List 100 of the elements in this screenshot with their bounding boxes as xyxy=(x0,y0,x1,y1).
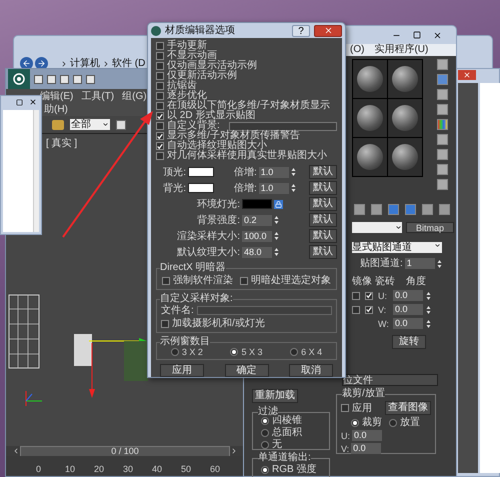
menu-item[interactable]: 组(G) xyxy=(122,88,147,104)
spinner-arrows-icon[interactable] xyxy=(290,167,296,177)
caret-icon xyxy=(434,242,441,249)
spinner-arrows-icon[interactable] xyxy=(426,318,431,328)
default-button[interactable]: 默认 xyxy=(309,213,337,227)
checkbox[interactable] xyxy=(156,112,164,120)
checkbox[interactable] xyxy=(156,82,164,90)
number-field[interactable]: 0.0 xyxy=(351,443,382,454)
checkbox[interactable] xyxy=(162,276,170,284)
previous-icon[interactable] xyxy=(12,447,20,455)
checkbox[interactable] xyxy=(156,42,164,50)
axis-label: U: xyxy=(378,290,388,300)
spinner-arrows-icon[interactable] xyxy=(426,290,431,300)
maximize-icon[interactable] xyxy=(413,31,421,39)
dialog-button[interactable]: 确定 xyxy=(224,364,268,377)
file-name-field[interactable] xyxy=(196,306,332,315)
checkbox[interactable] xyxy=(365,292,373,300)
breadcrumb-item[interactable]: 软件 (D xyxy=(112,56,146,71)
number-field[interactable]: 0.0 xyxy=(393,318,423,329)
spinner-arrows-icon[interactable] xyxy=(426,304,431,314)
checkbox[interactable] xyxy=(240,276,248,284)
spinner-arrows-icon[interactable] xyxy=(274,231,279,241)
checkbox[interactable] xyxy=(365,306,373,314)
close-icon[interactable] xyxy=(433,30,442,40)
number-field[interactable]: 1 xyxy=(404,258,435,269)
color-swatch[interactable] xyxy=(188,183,214,193)
rotate-button[interactable]: 旋转 xyxy=(392,335,426,349)
menu-item[interactable]: 助(H) xyxy=(44,102,68,117)
dialog-button[interactable]: 取消 xyxy=(289,364,333,377)
color-swatch[interactable] xyxy=(242,199,272,209)
color-bars-icon[interactable] xyxy=(437,119,448,130)
radio-button[interactable] xyxy=(261,428,269,436)
box-object xyxy=(74,334,92,366)
maximize-icon[interactable] xyxy=(16,98,23,106)
checkbox[interactable] xyxy=(161,320,169,328)
checkbox[interactable] xyxy=(156,152,164,160)
default-button[interactable]: 默认 xyxy=(309,197,337,211)
spinner-arrows-icon[interactable] xyxy=(436,258,442,268)
breadcrumb-item[interactable]: 计算机 xyxy=(70,56,100,71)
dialog-button[interactable]: 应用 xyxy=(160,364,204,377)
radio-button[interactable] xyxy=(389,418,397,426)
map-type-button[interactable]: Bitmap xyxy=(406,222,454,233)
checkbox[interactable] xyxy=(156,102,164,110)
number-field[interactable]: 1.0 xyxy=(258,182,289,194)
number-field[interactable]: 0.2 xyxy=(242,214,272,226)
default-button[interactable]: 默认 xyxy=(309,229,337,243)
checkbox[interactable] xyxy=(156,122,164,130)
default-button[interactable]: 默认 xyxy=(309,245,337,259)
close-button[interactable] xyxy=(314,24,342,36)
checkbox-label: 应用 xyxy=(352,402,372,414)
checkbox[interactable] xyxy=(352,306,360,314)
filter-dropdown[interactable]: 全部 xyxy=(70,119,110,130)
radio-button[interactable] xyxy=(230,348,238,356)
reload-button[interactable]: 重新加载 xyxy=(252,389,298,403)
axis-label: W: xyxy=(378,318,390,328)
checkbox[interactable] xyxy=(341,404,349,412)
help-button[interactable]: ? xyxy=(292,24,310,36)
number-field[interactable]: 100.0 xyxy=(242,230,272,242)
checkbox[interactable] xyxy=(156,142,164,150)
number-field[interactable]: 0.0 xyxy=(393,290,423,301)
ruler-label: 0 xyxy=(36,462,42,476)
ruler-label: 30 xyxy=(123,462,134,476)
channel-dropdown[interactable]: 显式贴图通道 xyxy=(352,242,442,253)
frame-counter[interactable]: 0 / 100 xyxy=(20,446,230,456)
menu-item[interactable]: 实用程序(U) xyxy=(374,44,428,56)
close-button[interactable] xyxy=(458,70,476,80)
spinner-arrows-icon[interactable] xyxy=(274,247,279,257)
number-field[interactable]: 0.0 xyxy=(352,430,382,441)
default-button[interactable]: 默认 xyxy=(309,181,337,195)
checkbox[interactable] xyxy=(156,92,164,100)
checkbox-label: 以 2D 形式显示贴图 xyxy=(167,111,256,121)
option-label: 5 X 3 xyxy=(241,347,262,357)
axis-label: U: xyxy=(341,430,350,440)
checkbox[interactable] xyxy=(156,52,164,60)
radio-button[interactable] xyxy=(170,348,179,356)
number-field[interactable]: 0.0 xyxy=(393,304,423,315)
number-field[interactable]: 1.0 xyxy=(258,166,289,178)
spinner-arrows-icon[interactable] xyxy=(290,183,296,193)
background-field[interactable] xyxy=(228,122,337,130)
radio-button[interactable] xyxy=(261,440,269,448)
radio-button[interactable] xyxy=(290,348,298,356)
view-image-button[interactable]: 查看图像 xyxy=(385,401,431,415)
menu-item[interactable]: (O) xyxy=(350,44,364,56)
radio-button[interactable] xyxy=(261,466,269,474)
material-name-field[interactable] xyxy=(352,222,402,233)
option-label: 裁剪 xyxy=(362,417,382,428)
menu-item[interactable]: 工具(T) xyxy=(81,88,114,104)
app-logo-icon[interactable] xyxy=(8,69,30,89)
checkbox[interactable] xyxy=(156,62,164,70)
lock-icon[interactable] xyxy=(274,200,283,208)
close-icon[interactable] xyxy=(29,98,37,106)
checkbox[interactable] xyxy=(352,292,360,300)
checkbox[interactable] xyxy=(156,132,164,140)
spinner-arrows-icon[interactable] xyxy=(274,215,279,225)
checkbox[interactable] xyxy=(156,72,164,80)
radio-button[interactable] xyxy=(351,418,359,426)
next-icon[interactable] xyxy=(230,447,238,455)
color-swatch[interactable] xyxy=(188,167,214,177)
number-field[interactable]: 48.0 xyxy=(242,246,272,258)
default-button[interactable]: 默认 xyxy=(309,165,337,179)
